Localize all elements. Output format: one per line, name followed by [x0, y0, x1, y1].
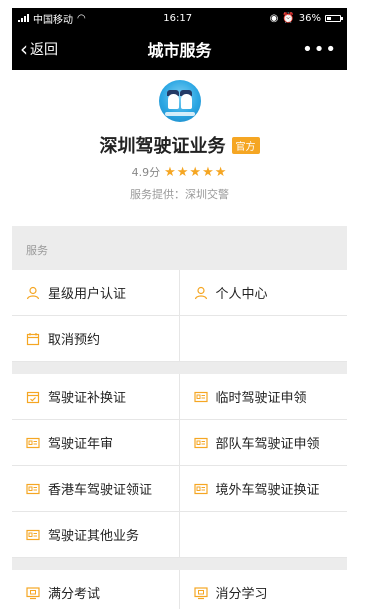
- screen-icon: [26, 586, 40, 600]
- service-item[interactable]: 星级用户认证: [12, 270, 180, 316]
- service-group-2: 驾驶证补换证 临时驾驶证申领驾驶证年审 部队车驾驶证申领香港车驾驶证领证 境外车驾驶证…: [12, 374, 347, 558]
- more-button[interactable]: •••: [302, 39, 337, 60]
- license-card-icon: [193, 436, 208, 450]
- group-divider: [12, 558, 347, 570]
- location-icon: ◉: [269, 12, 279, 24]
- service-provider: 服务提供：深圳交警: [130, 188, 229, 201]
- service-item[interactable]: 取消预约: [12, 316, 180, 362]
- service-name-row: 深圳驾驶证业务 官方: [100, 132, 260, 158]
- back-label: 返回: [30, 42, 58, 58]
- rating-score: 4.9分: [131, 166, 161, 179]
- service-item-label: 星级用户认证: [48, 287, 127, 302]
- service-item-label: 驾驶证其他业务: [48, 529, 140, 544]
- service-group-1: 星级用户认证 个人中心取消预约: [12, 270, 347, 362]
- license-card-icon: [26, 436, 40, 450]
- signal-icon: [18, 14, 29, 22]
- service-item-label: 部队车驾驶证申领: [215, 437, 320, 452]
- service-item-label: 取消预约: [48, 333, 101, 348]
- battery-percent: 36%: [298, 12, 321, 24]
- service-item-label: 香港车驾驶证领证: [48, 483, 153, 498]
- service-item-label: 驾驶证年审: [48, 437, 114, 452]
- section-title-services: 服务: [12, 226, 347, 270]
- status-bar: 中国移动 ◠ 16:17 ◉ ⏰ 36%: [12, 8, 347, 28]
- nav-bar: ‹ 返回 城市服务 •••: [12, 28, 347, 70]
- service-item[interactable]: 个人中心: [179, 270, 347, 316]
- rating: 4.9分 ★★★★★: [12, 164, 347, 180]
- phone-screen: 中国移动 ◠ 16:17 ◉ ⏰ 36% ‹ 返回 城市服务 ••• 深圳驾驶证…: [12, 8, 347, 609]
- license-card-icon: [26, 528, 40, 542]
- clock: 16:17: [163, 12, 193, 24]
- service-group-3: 满分考试 消分学习: [12, 570, 347, 609]
- service-item-label: 满分考试: [48, 587, 101, 602]
- official-badge: 官方: [231, 136, 260, 154]
- empty-cell: [179, 316, 347, 362]
- service-item[interactable]: 驾驶证年审: [12, 420, 180, 466]
- license-card-icon: [193, 482, 208, 496]
- alarm-icon: ⏰: [282, 12, 295, 24]
- service-item-label: 个人中心: [215, 287, 268, 302]
- service-item[interactable]: 临时驾驶证申领: [179, 374, 347, 420]
- service-item-label: 消分学习: [215, 587, 268, 602]
- service-item[interactable]: 驾驶证补换证: [12, 374, 180, 420]
- group-divider: [12, 362, 347, 374]
- user-icon: [26, 286, 40, 300]
- license-card-icon: [26, 482, 40, 496]
- service-item[interactable]: 驾驶证其他业务: [12, 512, 180, 558]
- service-item-label: 临时驾驶证申领: [215, 391, 307, 406]
- calendar-icon: [26, 332, 40, 346]
- service-item-label: 境外车驾驶证换证: [215, 483, 320, 498]
- empty-cell: [179, 512, 347, 558]
- service-item-label: 驾驶证补换证: [48, 391, 127, 406]
- star-rating-icon: ★★★★★: [164, 164, 228, 180]
- service-name: 深圳驾驶证业务: [99, 136, 226, 157]
- service-item[interactable]: 香港车驾驶证领证: [12, 466, 180, 512]
- service-item[interactable]: 部队车驾驶证申领: [179, 420, 347, 466]
- back-button[interactable]: ‹ 返回: [12, 39, 58, 59]
- wifi-icon: ◠: [77, 12, 86, 24]
- battery-icon: [324, 14, 343, 22]
- service-logo: [158, 80, 201, 122]
- carrier-label: 中国移动: [33, 14, 73, 26]
- service-item[interactable]: 境外车驾驶证换证: [179, 466, 347, 512]
- chevron-left-icon: ‹: [20, 37, 28, 61]
- service-item[interactable]: 消分学习: [180, 570, 348, 609]
- user-icon: [194, 286, 208, 300]
- license-card-icon: [193, 390, 208, 404]
- service-header: 深圳驾驶证业务 官方 4.9分 ★★★★★ 服务提供：深圳交警: [12, 70, 347, 226]
- page-title: 城市服务: [147, 41, 212, 60]
- screen-icon: [193, 586, 208, 600]
- calendar-check-icon: [26, 390, 40, 404]
- service-item[interactable]: 满分考试: [12, 570, 180, 609]
